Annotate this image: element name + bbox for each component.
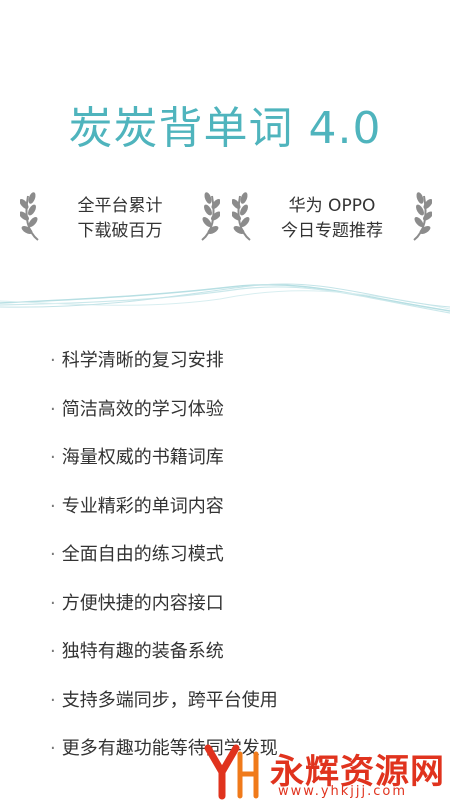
list-item: · 科学清晰的复习安排	[50, 350, 224, 371]
laurel-wreath-right-icon	[413, 192, 432, 241]
laurel-wreath-right-icon	[201, 192, 220, 241]
feature-list: · 科学清晰的复习安排 · 简洁高效的学习体验 · 海量权威的书籍词库 · 专业精彩的单…	[50, 346, 278, 783]
list-item: · 海量权威的书籍词库	[50, 447, 224, 468]
watermark: 永辉资源网 www.yhkjjj.com	[200, 742, 450, 800]
list-item: · 专业精彩的单词内容	[50, 495, 224, 517]
list-item: · 简洁高效的学习体验	[50, 398, 224, 420]
watermark-url: www.yhkjjj.com	[278, 784, 408, 799]
list-item: · 全面自由的练习模式	[50, 544, 224, 565]
award-recommend: 华为 OPPO 今日专题推荐	[232, 190, 432, 250]
award-line2: 今日专题推荐	[281, 221, 383, 241]
award-line1: 全平台累计	[77, 196, 163, 216]
laurel-wreath-left-icon	[20, 192, 39, 241]
watermark-logo-icon	[204, 744, 259, 800]
app-title: 炭炭背单词 4.0	[68, 103, 382, 154]
award-download: 全平台累计 下载破百万	[20, 190, 220, 250]
award-line2: 下载破百万	[77, 221, 163, 241]
list-item: · 支持多端同步，跨平台使用	[50, 689, 278, 711]
laurel-wreath-left-icon	[232, 192, 251, 241]
list-item: · 独特有趣的装备系统	[50, 641, 224, 662]
wave-decoration	[0, 283, 450, 314]
award-line1: 华为 OPPO	[288, 196, 376, 216]
list-item: · 方便快捷的内容接口	[50, 592, 224, 614]
